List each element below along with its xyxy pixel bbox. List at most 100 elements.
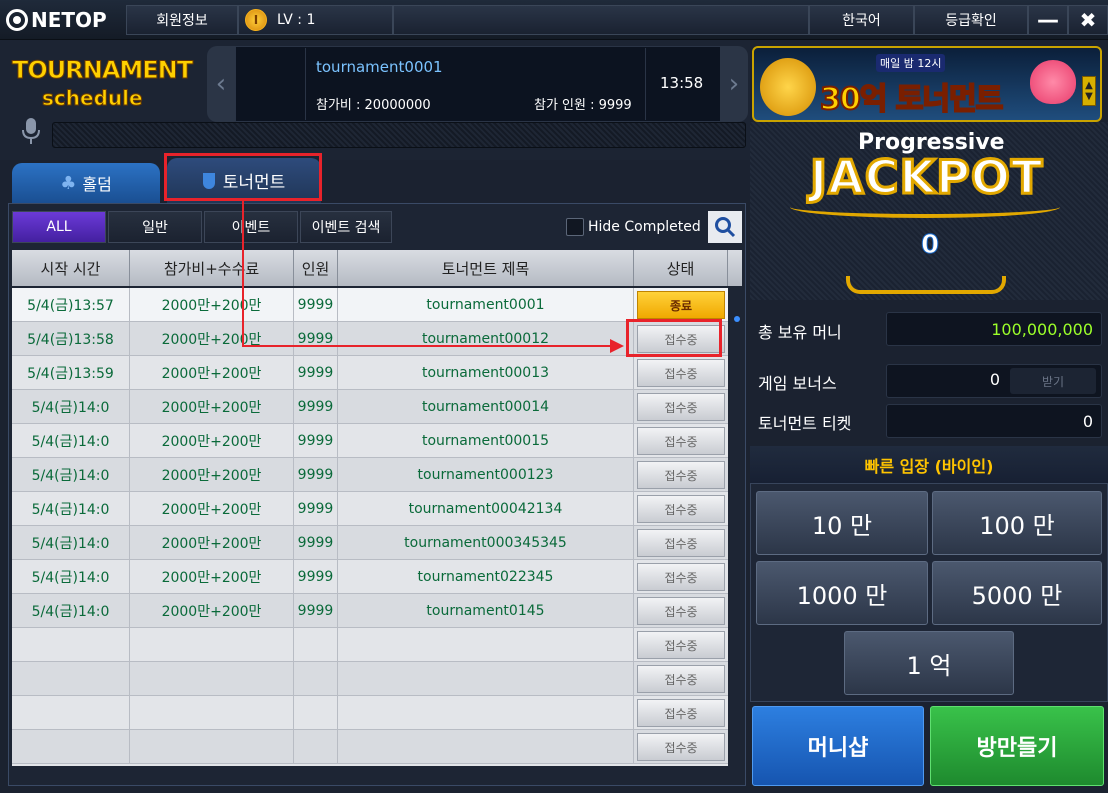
featured-tournament-panel[interactable] bbox=[235, 46, 725, 122]
featured-tournament-count: 참가 인원 : 9999 bbox=[534, 98, 632, 113]
status-button[interactable]: 접수중 bbox=[637, 359, 725, 387]
make-room-button[interactable]: 방만들기 bbox=[930, 706, 1104, 786]
cell-count bbox=[294, 696, 338, 730]
filter-normal-button[interactable]: 일반 bbox=[108, 211, 202, 243]
cell-title bbox=[338, 696, 634, 730]
cell-fee: 2000만+200만 bbox=[130, 356, 294, 390]
cell-status: 접수중 bbox=[634, 356, 728, 390]
search-button[interactable] bbox=[708, 211, 742, 243]
tab-holdem[interactable]: ♣ 홀덤 bbox=[12, 163, 160, 203]
table-row[interactable]: 접수중 bbox=[12, 662, 728, 696]
table-scroll-thumb[interactable] bbox=[734, 316, 740, 322]
schedule-title: schedule bbox=[42, 86, 144, 111]
cell-count: 9999 bbox=[294, 594, 338, 628]
table-row[interactable]: 5/4(금)14:0 2000만+200만 9999 tournament000123… bbox=[12, 458, 728, 492]
table-row[interactable]: 5/4(금)13:59 2000만+200만 9999 tournament00013… bbox=[12, 356, 728, 390]
status-button[interactable]: 접수중 bbox=[637, 631, 725, 659]
cell-count bbox=[294, 662, 338, 696]
status-button[interactable]: 접수중 bbox=[637, 733, 725, 761]
table-row[interactable]: 5/4(금)14:0 2000만+200만 9999 tournament00014 접… bbox=[12, 390, 728, 424]
column-header-start-time[interactable]: 시작 시간 bbox=[12, 250, 130, 286]
table-row[interactable]: 접수중 bbox=[12, 696, 728, 730]
status-button[interactable]: 접수중 bbox=[637, 563, 725, 591]
filter-all-button[interactable]: ALL bbox=[12, 211, 106, 243]
language-button[interactable]: 한국어 bbox=[809, 5, 914, 35]
tournament-ticket-value: 0 bbox=[886, 404, 1102, 438]
cell-start-time: 5/4(금)14:0 bbox=[12, 560, 130, 594]
quick-entry-1eok-button[interactable]: 1 억 bbox=[844, 631, 1014, 695]
hide-completed-checkbox[interactable] bbox=[566, 218, 584, 236]
cell-title: tournament00014 bbox=[338, 390, 634, 424]
member-info-button[interactable]: 회원정보 bbox=[126, 5, 238, 35]
cell-title: tournament00012 bbox=[338, 322, 634, 356]
column-header-title[interactable]: 토너먼트 제목 bbox=[338, 250, 634, 286]
cell-status: 접수중 bbox=[634, 526, 728, 560]
cell-start-time bbox=[12, 730, 130, 764]
cell-fee: 2000만+200만 bbox=[130, 458, 294, 492]
column-header-fee[interactable]: 참가비+수수료 bbox=[130, 250, 294, 286]
status-button[interactable]: 종료 bbox=[637, 291, 725, 319]
prev-tournament-button[interactable]: ‹ bbox=[207, 46, 235, 122]
status-button[interactable]: 접수중 bbox=[637, 597, 725, 625]
quick-entry-10man-button[interactable]: 10 만 bbox=[756, 491, 928, 555]
cell-status: 접수중 bbox=[634, 662, 728, 696]
filter-event-search-button[interactable]: 이벤트 검색 bbox=[300, 211, 392, 243]
cell-count: 9999 bbox=[294, 322, 338, 356]
cell-title bbox=[338, 730, 634, 764]
chevron-up-icon: ▲ bbox=[1085, 80, 1093, 91]
cell-title: tournament000345345 bbox=[338, 526, 634, 560]
banner-scroll-button[interactable]: ▲ ▼ bbox=[1082, 76, 1096, 106]
featured-tournament-time: 13:58 bbox=[660, 74, 704, 92]
column-header-status[interactable]: 상태 bbox=[634, 250, 728, 286]
status-button[interactable]: 접수중 bbox=[637, 393, 725, 421]
status-button[interactable]: 접수중 bbox=[637, 427, 725, 455]
chat-input[interactable] bbox=[52, 122, 746, 148]
minimize-button[interactable]: — bbox=[1028, 5, 1068, 35]
status-button[interactable]: 접수중 bbox=[637, 529, 725, 557]
game-bonus-value: 0 bbox=[989, 370, 1000, 389]
status-button[interactable]: 접수중 bbox=[637, 495, 725, 523]
total-money-label: 총 보유 머니 bbox=[758, 323, 842, 342]
money-shop-button[interactable]: 머니샵 bbox=[752, 706, 924, 786]
clubs-icon: ♣ bbox=[60, 172, 77, 194]
quick-entry-100man-button[interactable]: 100 만 bbox=[932, 491, 1102, 555]
cell-start-time bbox=[12, 628, 130, 662]
cell-count: 9999 bbox=[294, 424, 338, 458]
table-row[interactable]: 5/4(금)14:0 2000만+200만 9999 tournament00015 접… bbox=[12, 424, 728, 458]
cell-count bbox=[294, 628, 338, 662]
table-row[interactable]: 접수중 bbox=[12, 628, 728, 662]
table-scrollbar[interactable] bbox=[730, 288, 742, 766]
table-row[interactable]: 5/4(금)14:0 2000만+200만 9999 tournament000345… bbox=[12, 526, 728, 560]
annotation-highlight-tab bbox=[164, 153, 322, 201]
cell-title bbox=[338, 628, 634, 662]
cell-start-time: 5/4(금)14:0 bbox=[12, 424, 130, 458]
next-tournament-button[interactable]: › bbox=[720, 46, 748, 122]
quick-entry-1000man-button[interactable]: 1000 만 bbox=[756, 561, 928, 625]
annotation-line bbox=[242, 345, 612, 347]
close-button[interactable]: ✖ bbox=[1068, 5, 1108, 35]
status-button[interactable]: 접수중 bbox=[637, 461, 725, 489]
cell-start-time: 5/4(금)13:57 bbox=[12, 288, 130, 322]
cell-status: 접수중 bbox=[634, 730, 728, 764]
cell-count: 9999 bbox=[294, 458, 338, 492]
table-row[interactable]: 접수중 bbox=[12, 730, 728, 764]
status-button[interactable]: 접수중 bbox=[637, 699, 725, 727]
table-row[interactable]: 5/4(금)14:0 2000만+200만 9999 tournament000421… bbox=[12, 492, 728, 526]
bonus-claim-button[interactable]: 받기 bbox=[1010, 368, 1096, 394]
heart-character-icon bbox=[1030, 60, 1076, 104]
cell-title: tournament022345 bbox=[338, 560, 634, 594]
cell-title: tournament0001 bbox=[338, 288, 634, 322]
status-button[interactable]: 접수중 bbox=[637, 665, 725, 693]
chevron-left-icon: ‹ bbox=[215, 69, 227, 99]
filter-event-button[interactable]: 이벤트 bbox=[204, 211, 298, 243]
cell-status: 접수중 bbox=[634, 594, 728, 628]
cell-fee: 2000만+200만 bbox=[130, 390, 294, 424]
table-row[interactable]: 5/4(금)14:0 2000만+200만 9999 tournament022345… bbox=[12, 560, 728, 594]
tournament-title: TOURNAMENT bbox=[11, 56, 193, 85]
table-row[interactable]: 5/4(금)13:57 2000만+200만 9999 tournament0001 종… bbox=[12, 288, 728, 322]
column-header-count[interactable]: 인원 bbox=[294, 250, 338, 286]
grade-check-button[interactable]: 등급확인 bbox=[914, 5, 1028, 35]
table-row[interactable]: 5/4(금)14:0 2000만+200만 9999 tournament0145 접수… bbox=[12, 594, 728, 628]
microphone-icon[interactable] bbox=[20, 116, 42, 146]
quick-entry-5000man-button[interactable]: 5000 만 bbox=[932, 561, 1102, 625]
